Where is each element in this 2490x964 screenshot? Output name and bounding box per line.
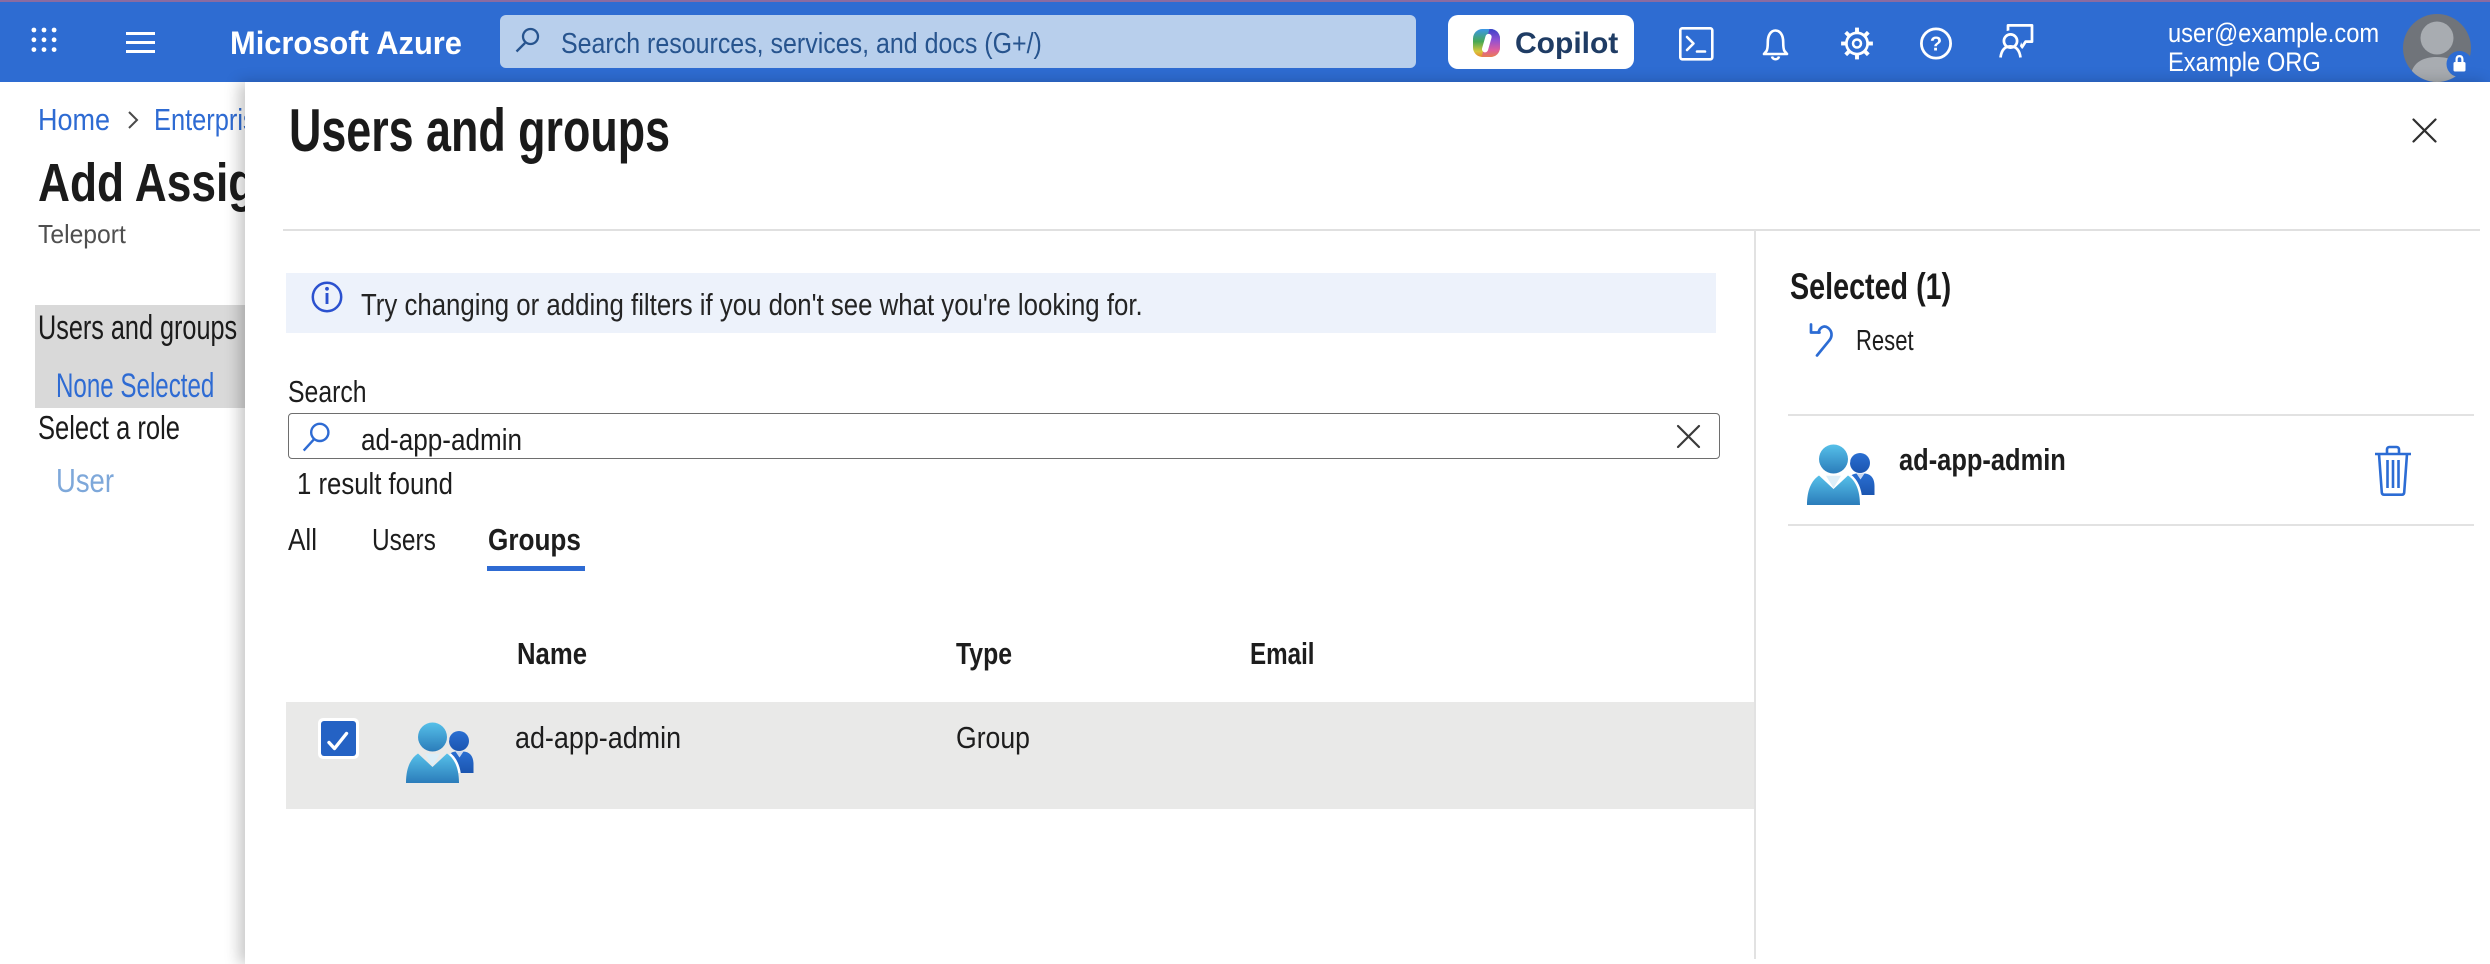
svg-text:?: ? — [1930, 34, 1942, 56]
